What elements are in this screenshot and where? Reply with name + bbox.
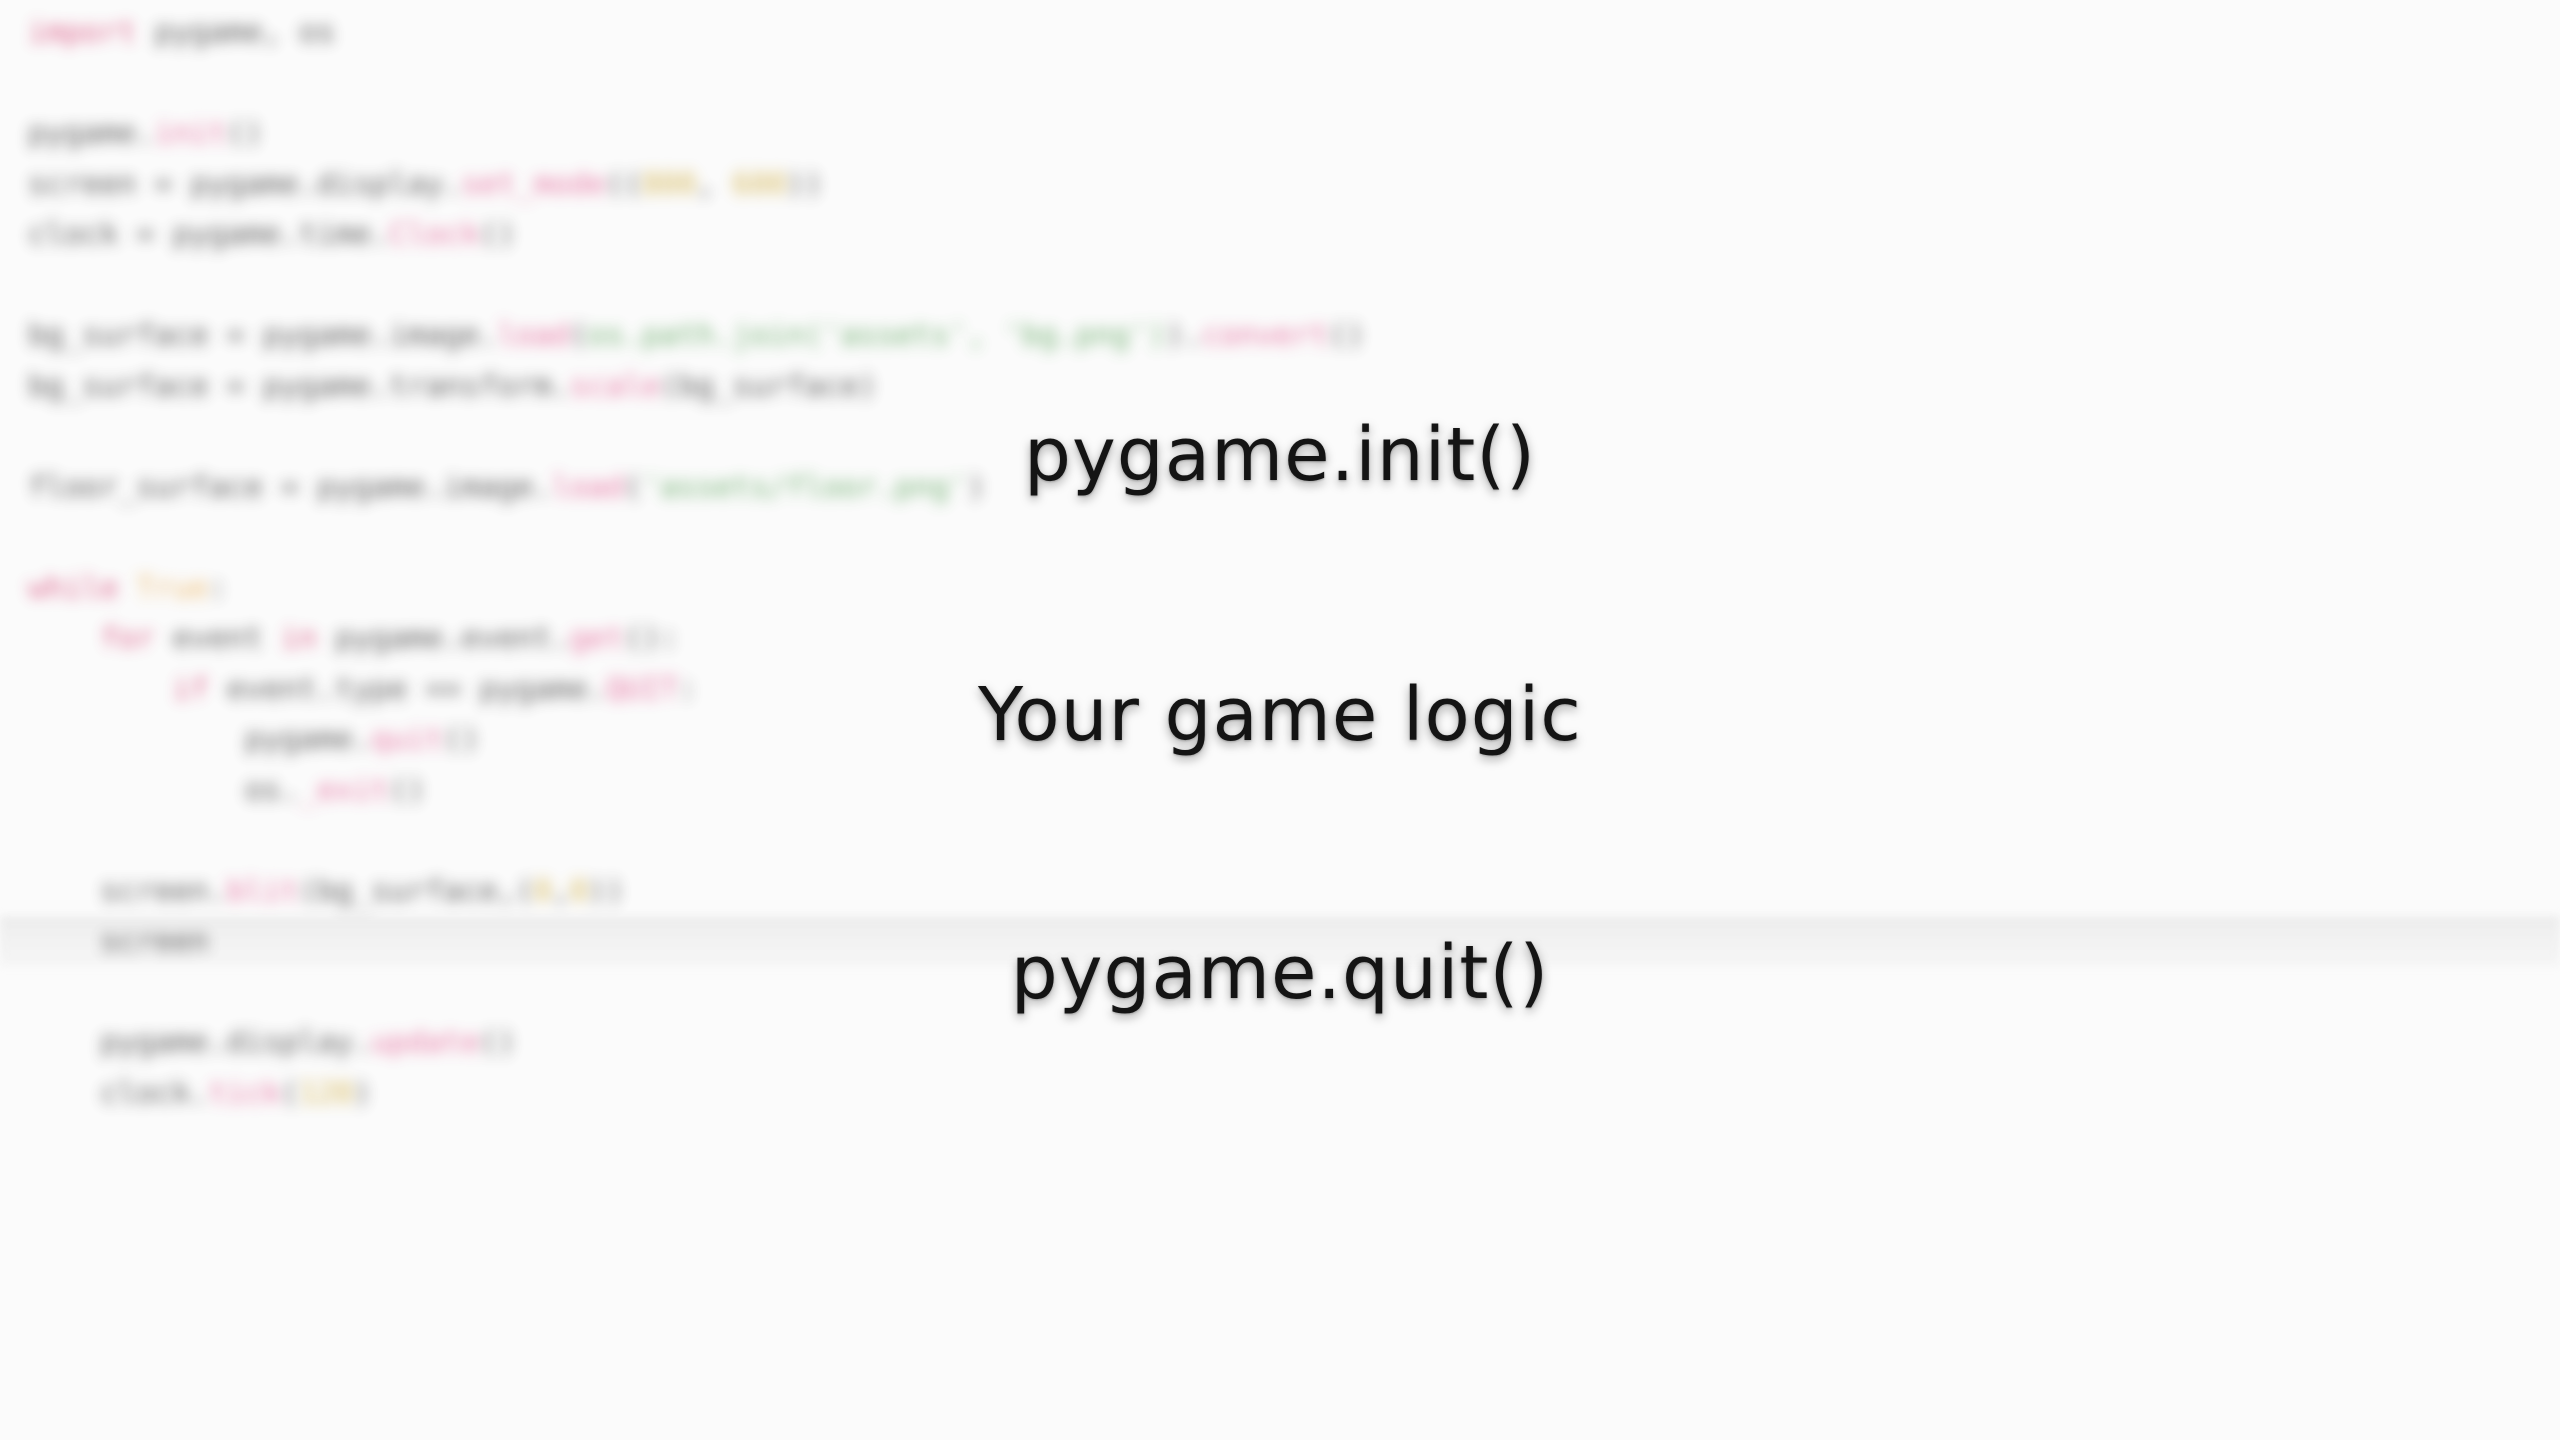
caption-game-logic: Your game logic bbox=[977, 672, 1582, 758]
caption-overlay: pygame.init() Your game logic pygame.qui… bbox=[0, 0, 2560, 1440]
caption-pygame-init: pygame.init() bbox=[1024, 412, 1536, 498]
caption-pygame-quit: pygame.quit() bbox=[1010, 930, 1550, 1016]
